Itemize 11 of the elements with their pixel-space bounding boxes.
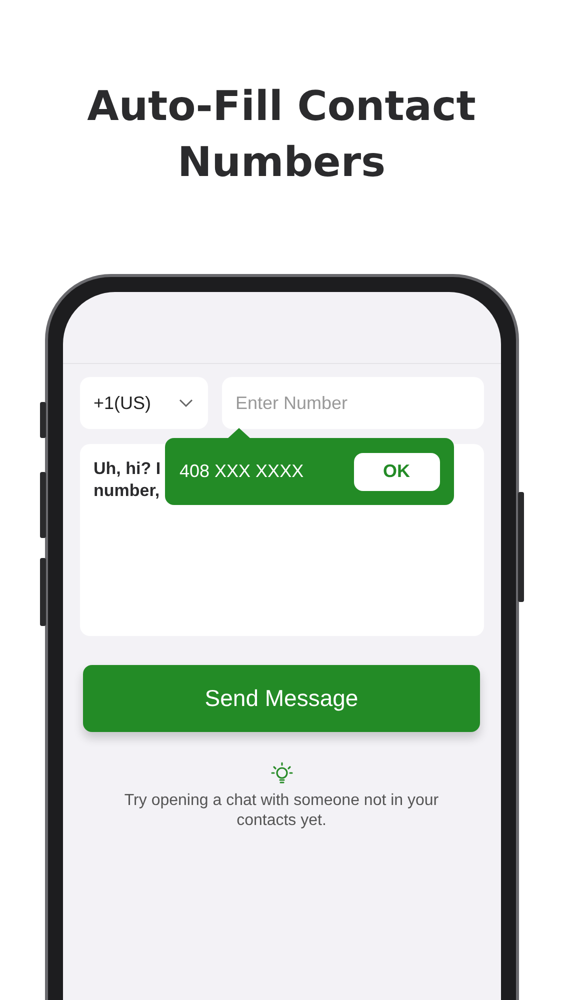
suggested-number: 408 XXX XXXX [180,461,304,482]
headline: Auto-Fill Contact Numbers [86,81,477,188]
send-message-button[interactable]: Send Message [83,665,480,732]
number-field[interactable]: Enter Number [222,377,484,429]
chevron-down-icon [178,398,194,408]
ok-button[interactable]: OK [354,452,440,490]
message-text: Uh, hi? I [94,459,161,478]
hint-text: Try opening a chat with someone not in your contacts yet. [123,791,440,831]
message-text: number, [94,481,160,500]
lightbulb-icon [268,761,294,785]
country-select[interactable]: +1(US) [80,377,208,429]
